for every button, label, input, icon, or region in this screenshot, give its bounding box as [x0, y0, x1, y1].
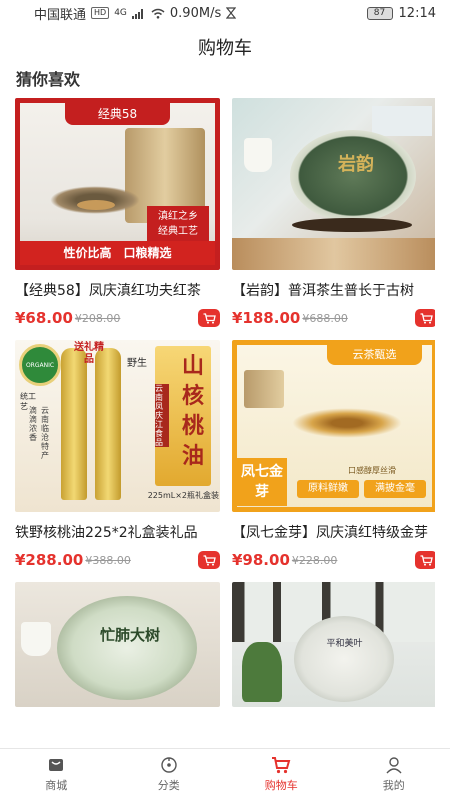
tab-profile[interactable]: 我的	[338, 749, 450, 800]
price-row: ¥188.00 ¥688.00	[232, 306, 435, 330]
original-price: ¥228.00	[291, 553, 338, 567]
product-big-label: 山核桃油	[181, 354, 204, 469]
original-price: ¥688.00	[302, 311, 348, 325]
profile-icon	[386, 757, 402, 774]
battery-level: 87	[373, 8, 386, 18]
cart-icon	[203, 554, 216, 566]
cart-icon	[272, 757, 291, 774]
stamp-box: 滇红之乡 经典工艺	[147, 206, 209, 242]
page-title: 购物车	[198, 38, 252, 59]
feature-chip-2: 满披金毫	[364, 480, 426, 498]
section-title: 猜你喜欢	[16, 70, 81, 89]
feature-chip-1: 原料鲜嫩	[297, 480, 359, 498]
add-to-cart-button[interactable]	[415, 309, 435, 327]
stamp-line2: 经典工艺	[158, 226, 198, 237]
product-image[interactable]: ORGANIC 统工艺 云南临沧特产 滴滴浓香 送礼精品 野生 山核桃油 云南凤…	[15, 340, 220, 512]
price: ¥288.00	[15, 551, 84, 569]
add-to-cart-button[interactable]	[198, 309, 220, 327]
price: ¥98.00	[232, 551, 290, 569]
wifi-icon	[151, 8, 165, 19]
product-card[interactable]: 云茶甄选 凤七金芽 原料鲜嫩 满披金毫 口感醇厚丝滑 【凤七金芽】凤庆滇红特级金…	[232, 340, 435, 572]
top-tag: 云茶甄选	[327, 345, 422, 365]
tab-cart[interactable]: 购物车	[225, 749, 338, 800]
add-to-cart-button[interactable]	[415, 551, 435, 569]
cake-label: 平和美叶	[326, 639, 363, 649]
product-card[interactable]: 平和美叶	[232, 582, 435, 707]
brand-side-label: 云南凤庆江食品	[155, 384, 169, 447]
product-name[interactable]: 铁野核桃油225*2礼盒装礼品	[15, 522, 211, 542]
signal-icon	[131, 8, 143, 19]
clock: 12:14	[398, 5, 436, 21]
hourglass-icon	[226, 7, 237, 19]
aroma-label: 滴滴浓香	[29, 406, 37, 442]
category-icon	[161, 757, 177, 773]
tab-mall[interactable]: 商城	[0, 749, 113, 800]
product-card[interactable]: 经典58 滇红之乡 经典工艺 性价比高 口粮精选 【经典58】凤庆滇红功夫红茶 …	[15, 98, 220, 330]
stamp-line1: 滇红之乡	[158, 211, 198, 222]
price: ¥188.00	[232, 309, 301, 327]
price-row: ¥98.00 ¥228.00	[232, 548, 435, 572]
price-row: ¥288.00 ¥388.00	[15, 548, 220, 572]
promo-banner: 性价比高 口粮精选	[20, 241, 215, 265]
tab-category[interactable]: 分类	[113, 749, 226, 800]
price-row: ¥68.00 ¥208.00	[15, 306, 220, 330]
product-name[interactable]: 【岩韵】普洱茶生普长于古树	[232, 280, 428, 300]
tab-label: 我的	[382, 779, 405, 792]
title-bar: 购物车	[0, 26, 450, 68]
mall-icon	[49, 759, 64, 771]
product-card[interactable]: ORGANIC 统工艺 云南临沧特产 滴滴浓香 送礼精品 野生 山核桃油 云南凤…	[15, 340, 220, 572]
tag-label: 经典58	[65, 103, 170, 125]
network-speed: 0.90M/s	[169, 5, 222, 21]
pack-label: 225mL×2瓶礼盒装	[147, 491, 219, 500]
cart-icon	[203, 312, 216, 324]
product-image[interactable]: 平和美叶	[232, 582, 435, 707]
taste-note: 口感醇厚丝滑	[348, 466, 396, 475]
battery-icon: 87	[366, 6, 393, 20]
cart-icon	[420, 554, 433, 566]
hd-badge: HD	[91, 7, 110, 19]
add-to-cart-button[interactable]	[198, 551, 220, 569]
original-price: ¥208.00	[74, 311, 121, 325]
original-price: ¥388.00	[85, 553, 131, 567]
tab-label: 购物车	[264, 779, 298, 792]
tab-label: 分类	[157, 779, 180, 792]
tab-bar: 商城 分类 购物车 我的	[0, 748, 450, 800]
product-image[interactable]: 岩韵	[232, 98, 435, 270]
product-card[interactable]: 岩韵 【岩韵】普洱茶生普长于古树 ¥188.00 ¥688.00	[232, 98, 435, 330]
network-type: 4G	[114, 8, 127, 18]
product-name[interactable]: 【经典58】凤庆滇红功夫红茶	[15, 280, 211, 300]
gift-label: 送礼精品	[74, 342, 104, 365]
wild-label: 野生	[127, 358, 147, 369]
cake-label: 忙肺大树	[99, 626, 160, 644]
product-image[interactable]: 忙肺大树	[15, 582, 220, 707]
price: ¥68.00	[15, 309, 73, 327]
cart-icon	[420, 312, 433, 324]
status-bar: 中国联通 HD 4G 0.90M/s 87 12:14	[0, 0, 450, 26]
screen: 中国联通 HD 4G 0.90M/s 87 12:14 购物车 猜你喜欢 经典5…	[0, 0, 450, 800]
carrier-label: 中国联通	[34, 7, 87, 23]
tab-label: 商城	[45, 779, 68, 792]
product-image[interactable]: 云茶甄选 凤七金芽 原料鲜嫩 满披金毫 口感醇厚丝滑	[232, 340, 435, 512]
product-name[interactable]: 【凤七金芽】凤庆滇红特级金芽	[232, 522, 428, 542]
cake-label: 岩韵	[338, 154, 374, 175]
region-label: 云南临沧特产	[41, 406, 49, 460]
product-card[interactable]: 忙肺大树	[15, 582, 220, 707]
left-title: 凤七金芽	[237, 458, 287, 506]
product-grid: 经典58 滇红之乡 经典工艺 性价比高 口粮精选 【经典58】凤庆滇红功夫红茶 …	[15, 98, 435, 748]
organic-badge: ORGANIC	[25, 361, 55, 369]
product-image[interactable]: 经典58 滇红之乡 经典工艺 性价比高 口粮精选	[15, 98, 220, 270]
